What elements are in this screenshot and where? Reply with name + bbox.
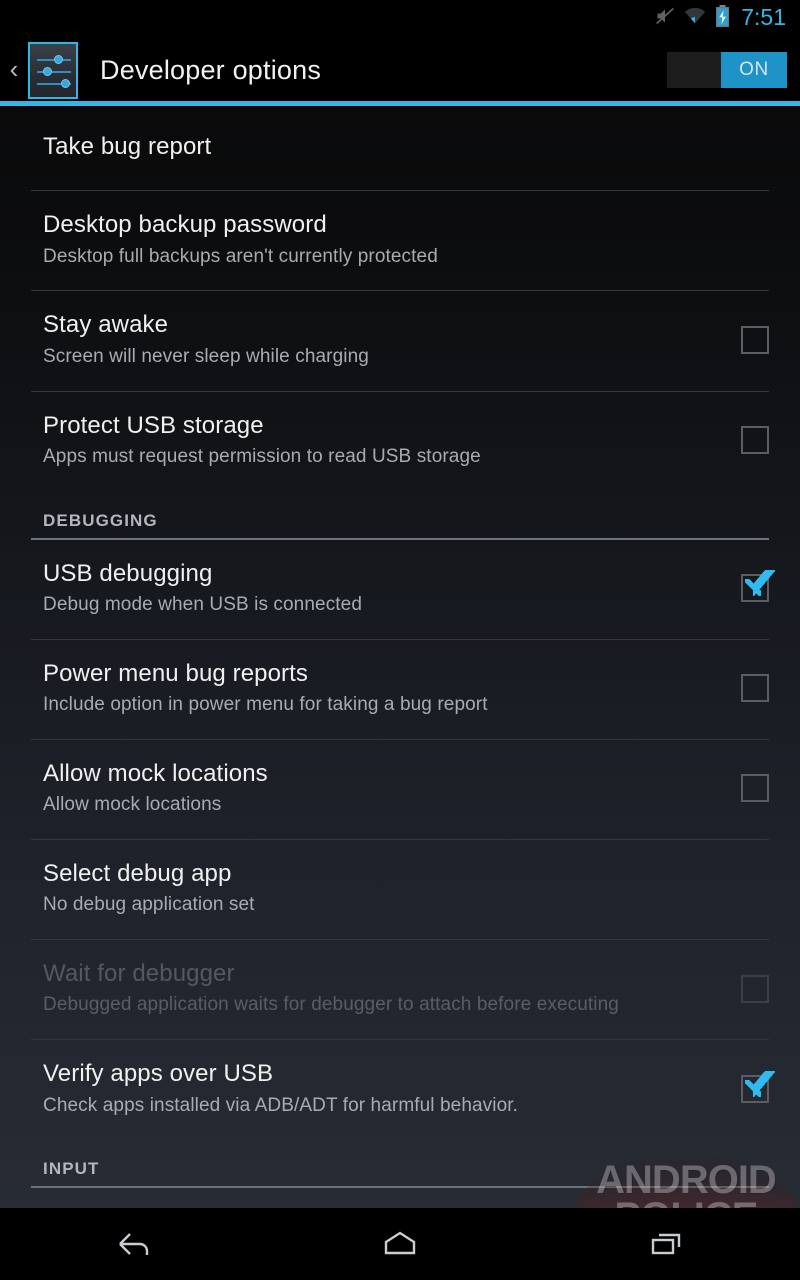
settings-list[interactable]: Take bug report Desktop backup password De… [0, 106, 800, 1208]
list-item-title: Take bug report [43, 133, 212, 160]
list-item-subtitle: Debugged application waits for debugger … [43, 994, 619, 1016]
list-item-content: USB debugging Debug mode when USB is conn… [31, 559, 775, 617]
wifi-icon [684, 6, 706, 31]
section-header: DEBUGGING [0, 491, 800, 538]
list-item-subtitle: No debug application set [43, 894, 255, 916]
list-item[interactable]: Stay awake Screen will never sleep while … [0, 291, 800, 390]
list-item-title: Stay awake [43, 311, 169, 339]
list-item[interactable]: USB debugging Debug mode when USB is conn… [0, 540, 800, 639]
list-item[interactable]: Verify apps over USB Check apps installed… [0, 1040, 800, 1139]
list-item-subtitle: Screen will never sleep while charging [43, 345, 369, 367]
list-item[interactable]: Power menu bug reports Include option in … [0, 640, 800, 739]
list-item-title: Desktop backup password [43, 211, 327, 239]
list-item-content: Protect USB storage Apps must request per… [31, 412, 769, 469]
recents-icon[interactable] [607, 1208, 727, 1280]
list-item[interactable]: Show touchesShow visual feedback for tou… [0, 1188, 800, 1208]
list-item-checkbox[interactable] [741, 774, 769, 803]
page-title: Developer options [100, 54, 322, 85]
list-item-title: USB debugging [43, 559, 213, 587]
toggle-on-label: ON [721, 52, 787, 88]
list-item-title: Protect USB storage [43, 411, 264, 439]
list-item-checkbox [741, 974, 769, 1003]
home-icon[interactable] [340, 1208, 460, 1280]
list-item-checkbox[interactable] [741, 325, 769, 354]
toggle-track-off [667, 52, 721, 88]
status-bar-clock: 7:51 [741, 3, 786, 30]
section-header: INPUT [0, 1139, 800, 1186]
android-settings-screen: 7:51 ‹ Developer options ON Take bug rep… [0, 0, 800, 1280]
list-item-subtitle: Desktop full backups aren't currently pr… [43, 245, 438, 267]
section-header-label: INPUT [43, 1159, 100, 1179]
list-item-title: Wait for debugger [43, 960, 235, 988]
list-item-subtitle: Debug mode when USB is connected [43, 593, 363, 615]
section-header-label: DEBUGGING [43, 510, 158, 530]
back-icon[interactable] [73, 1208, 193, 1280]
list-item-content: Desktop backup password Desktop full back… [31, 211, 769, 268]
list-item-title: Power menu bug reports [43, 659, 309, 687]
battery-charging-icon [715, 4, 730, 32]
back-chevron-icon[interactable]: ‹ [2, 56, 26, 85]
list-item[interactable]: Desktop backup password Desktop full back… [0, 191, 800, 290]
list-item-title: Verify apps over USB [43, 1060, 274, 1088]
list-item-content: Stay awake Screen will never sleep while … [31, 311, 769, 368]
developer-options-sliders-icon [28, 41, 78, 99]
list-item-subtitle: Allow mock locations [43, 794, 222, 816]
list-item[interactable]: Select debug app No debug application set [0, 840, 800, 939]
mute-icon [655, 6, 675, 31]
list-item-checkbox[interactable] [741, 570, 775, 603]
status-bar: 7:51 [0, 0, 800, 36]
list-item-content: Wait for debugger Debugged application wa… [31, 960, 769, 1017]
navigation-bar [0, 1208, 800, 1280]
developer-options-master-toggle[interactable]: ON [667, 52, 787, 88]
list-item-content: Select debug app No debug application set [31, 860, 769, 917]
list-item-subtitle: Include option in power menu for taking … [43, 694, 488, 716]
list-item[interactable]: Protect USB storage Apps must request per… [0, 392, 800, 491]
list-item-content: Power menu bug reports Include option in … [31, 660, 769, 717]
action-bar: ‹ Developer options ON [0, 36, 800, 104]
list-item-checkbox[interactable] [741, 1070, 775, 1103]
list-item-title: Select debug app [43, 859, 232, 887]
list-item-subtitle: Check apps installed via ADB/ADT for har… [43, 1094, 519, 1116]
list-item-content: Verify apps over USB Check apps installed… [31, 1060, 775, 1117]
list-item[interactable]: Allow mock locations Allow mock locations [0, 740, 800, 839]
list-item-subtitle: Apps must request permission to read USB… [43, 445, 481, 467]
list-item-content: Allow mock locations Allow mock locations [31, 760, 769, 817]
list-item-checkbox[interactable] [741, 426, 769, 455]
list-item-content: Take bug report [31, 133, 769, 161]
list-item: Wait for debugger Debugged application wa… [0, 940, 800, 1039]
list-item-title: Allow mock locations [43, 759, 268, 787]
list-item[interactable]: Take bug report [0, 106, 800, 190]
list-item-checkbox[interactable] [741, 674, 769, 703]
